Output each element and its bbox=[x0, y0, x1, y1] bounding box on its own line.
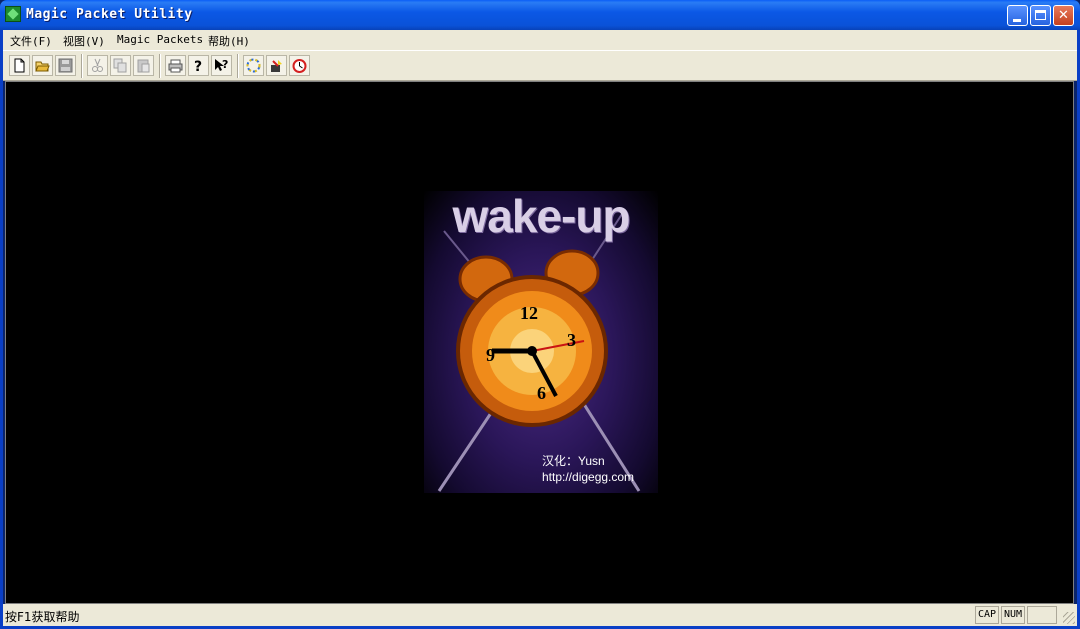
svg-text:9: 9 bbox=[486, 345, 495, 365]
main-window: Magic Packet Utility ✕ 文件(F) 视图(V) Magic… bbox=[0, 0, 1080, 629]
context-help-button[interactable]: ? bbox=[211, 55, 232, 76]
help-button[interactable]: ? bbox=[188, 55, 209, 76]
save-icon bbox=[58, 58, 73, 73]
context-help-icon: ? bbox=[215, 58, 228, 71]
menu-bar: 文件(F) 视图(V) Magic Packets 帮助(H) bbox=[3, 30, 1077, 50]
num-lock-indicator: NUM bbox=[1001, 606, 1025, 624]
credit-translator: 汉化：Yusn bbox=[542, 454, 605, 468]
svg-text:?: ? bbox=[194, 59, 202, 73]
menu-view[interactable]: 视图(V) bbox=[63, 33, 105, 49]
splash-credit: 汉化：Yusn http://digegg.com bbox=[542, 453, 634, 485]
open-icon bbox=[35, 61, 50, 72]
toolbar-separator bbox=[81, 54, 83, 78]
toolbar: ? ? bbox=[3, 50, 1077, 81]
toolbar-separator bbox=[237, 54, 239, 78]
open-button[interactable] bbox=[32, 55, 53, 76]
send-icon bbox=[271, 60, 282, 72]
help-icon: ? bbox=[194, 59, 202, 73]
splash-title: wake-up bbox=[452, 191, 630, 242]
scroll-lock-indicator bbox=[1027, 606, 1057, 624]
maximize-icon bbox=[1035, 10, 1046, 20]
app-icon[interactable] bbox=[5, 6, 21, 22]
minimize-button[interactable] bbox=[1007, 5, 1028, 26]
caps-lock-indicator: CAP bbox=[975, 606, 999, 624]
svg-text:12: 12 bbox=[520, 303, 538, 323]
resize-grip[interactable] bbox=[1063, 612, 1075, 624]
paste-button[interactable] bbox=[133, 55, 154, 76]
svg-text:6: 6 bbox=[537, 383, 546, 403]
menu-help[interactable]: 帮助(H) bbox=[208, 33, 250, 49]
print-icon bbox=[168, 59, 183, 73]
copy-button[interactable] bbox=[110, 55, 131, 76]
window-border-left bbox=[0, 30, 3, 629]
menu-magic-packets[interactable]: Magic Packets bbox=[117, 33, 203, 46]
cut-icon bbox=[92, 58, 103, 72]
new-button[interactable] bbox=[9, 55, 30, 76]
cut-button[interactable] bbox=[87, 55, 108, 76]
wake-icon bbox=[246, 58, 261, 73]
paste-icon bbox=[137, 59, 150, 73]
title-bar[interactable]: Magic Packet Utility ✕ bbox=[0, 0, 1080, 30]
save-button[interactable] bbox=[55, 55, 76, 76]
status-bar: 按F1获取帮助 CAP NUM bbox=[3, 604, 1077, 626]
close-button[interactable]: ✕ bbox=[1053, 5, 1074, 26]
status-text: 按F1获取帮助 bbox=[5, 610, 80, 624]
splash-image: 12 3 9 6 wake-up 汉化：Yusn http://digegg.c… bbox=[424, 191, 658, 493]
new-icon bbox=[14, 58, 25, 73]
copy-icon bbox=[113, 58, 127, 73]
svg-text:?: ? bbox=[222, 58, 228, 71]
svg-text:3: 3 bbox=[567, 330, 576, 350]
clock-icon bbox=[292, 59, 307, 73]
toolbar-separator bbox=[159, 54, 161, 78]
client-area: 12 3 9 6 wake-up 汉化：Yusn http://digegg.c… bbox=[5, 81, 1074, 604]
close-icon: ✕ bbox=[1058, 8, 1069, 23]
credit-url: http://digegg.com bbox=[542, 470, 635, 484]
window-title: Magic Packet Utility bbox=[26, 7, 193, 22]
clock-button[interactable] bbox=[289, 55, 310, 76]
send-button[interactable] bbox=[266, 55, 287, 76]
minimize-icon bbox=[1013, 19, 1021, 22]
wake-button[interactable] bbox=[243, 55, 264, 76]
maximize-button[interactable] bbox=[1030, 5, 1051, 26]
print-button[interactable] bbox=[165, 55, 186, 76]
menu-file[interactable]: 文件(F) bbox=[10, 33, 52, 49]
